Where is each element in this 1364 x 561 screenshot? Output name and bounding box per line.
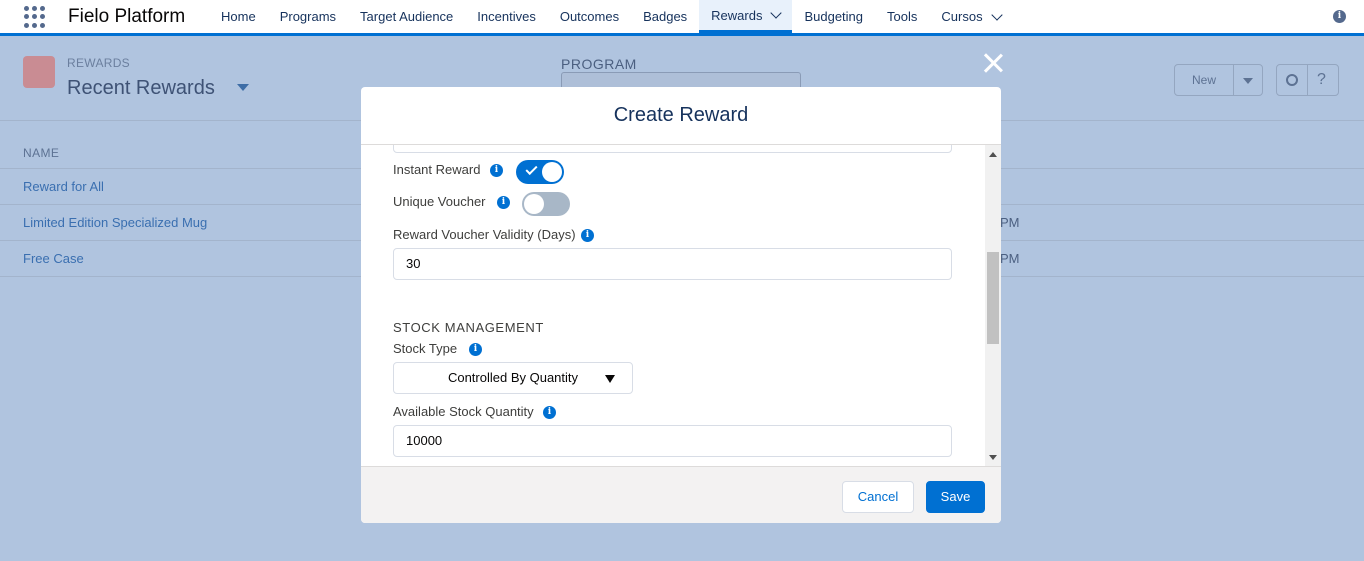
program-select[interactable] — [561, 72, 801, 88]
info-icon[interactable]: i — [469, 343, 482, 356]
modal-scrollbar[interactable] — [985, 145, 1001, 466]
info-icon[interactable]: i — [1333, 10, 1346, 23]
close-icon[interactable] — [982, 52, 1004, 74]
stock-type-label: Stock Type — [393, 341, 458, 356]
table-cell-time: PM — [1000, 251, 1020, 266]
info-icon[interactable]: i — [490, 164, 503, 177]
nav-item-label: Badges — [643, 9, 688, 24]
nav-item-label: Outcomes — [559, 9, 620, 24]
caret-down-icon[interactable] — [237, 84, 249, 91]
previous-field-input[interactable] — [393, 145, 952, 153]
table-row-link[interactable]: Limited Edition Specialized Mug — [23, 215, 207, 230]
chevron-down-icon[interactable] — [990, 8, 1003, 21]
scroll-up-icon[interactable] — [989, 152, 997, 157]
nav-item-home[interactable]: Home — [209, 0, 268, 33]
nav-item-budgeting[interactable]: Budgeting — [792, 0, 875, 33]
table-row-link[interactable]: Reward for All — [23, 179, 104, 194]
nav-item-outcomes[interactable]: Outcomes — [548, 0, 631, 33]
validity-label: Reward Voucher Validity (Days) — [393, 227, 576, 242]
modal-body: Instant Reward i Unique Voucher i Reward… — [361, 145, 1001, 466]
info-icon[interactable]: i — [543, 406, 556, 419]
stock-type-value: Controlled By Quantity — [447, 370, 579, 385]
global-nav: Fielo Platform Home Programs Target Audi… — [0, 0, 1364, 36]
nav-item-label: Budgeting — [804, 9, 864, 24]
refresh-icon[interactable] — [1286, 74, 1298, 86]
object-eyebrow: REWARDS — [67, 56, 130, 70]
toggle-knob — [542, 162, 562, 182]
nav-item-label: Rewards — [711, 7, 763, 23]
nav-item-label: Incentives — [477, 9, 536, 24]
app-name: Fielo Platform — [68, 6, 186, 27]
new-menu-caret-icon[interactable] — [1233, 64, 1263, 96]
column-header-name[interactable]: NAME — [23, 146, 59, 160]
cancel-button[interactable]: Cancel — [842, 481, 914, 513]
chevron-down-icon[interactable] — [770, 7, 783, 19]
stock-management-heading: STOCK MANAGEMENT — [393, 320, 544, 335]
nav-item-badges[interactable]: Badges — [631, 0, 699, 33]
scroll-down-icon[interactable] — [989, 455, 997, 460]
instant-reward-label: Instant Reward — [393, 162, 481, 177]
gift-icon — [23, 56, 55, 88]
app-launcher-icon[interactable] — [24, 6, 46, 28]
nav-tabs: Home Programs Target Audience Incentives… — [209, 0, 1013, 33]
caret-down-icon — [605, 375, 615, 383]
instant-reward-toggle[interactable] — [516, 160, 564, 184]
scroll-thumb[interactable] — [987, 252, 999, 344]
validity-days-input[interactable]: 30 — [393, 248, 952, 280]
modal-title: Create Reward — [613, 104, 749, 126]
available-stock-input[interactable]: 10000 — [393, 425, 952, 457]
divider — [1307, 65, 1308, 95]
nav-item-programs[interactable]: Programs — [268, 0, 348, 33]
unique-voucher-toggle[interactable] — [522, 192, 570, 216]
new-button[interactable]: New — [1174, 64, 1234, 96]
info-icon[interactable]: i — [497, 196, 510, 209]
list-view-title[interactable]: Recent Rewards — [67, 77, 215, 100]
nav-item-label: Cursos — [941, 9, 983, 24]
nav-item-label: Target Audience — [360, 9, 454, 24]
nav-item-cursos[interactable]: Cursos — [929, 0, 1012, 33]
nav-item-incentives[interactable]: Incentives — [465, 0, 548, 33]
nav-item-label: Home — [221, 9, 256, 24]
toggle-knob — [524, 194, 544, 214]
nav-item-target-audience[interactable]: Target Audience — [348, 0, 465, 33]
table-row-link[interactable]: Free Case — [23, 251, 84, 266]
nav-item-tools[interactable]: Tools — [875, 0, 929, 33]
available-stock-label: Available Stock Quantity — [393, 404, 534, 419]
nav-item-rewards[interactable]: Rewards — [699, 0, 793, 33]
save-button[interactable]: Save — [926, 481, 985, 513]
help-button-group: ? — [1276, 64, 1339, 96]
stock-type-select[interactable]: Controlled By Quantity — [393, 362, 633, 394]
help-icon[interactable]: ? — [1317, 71, 1326, 89]
check-icon — [525, 162, 538, 176]
unique-voucher-label: Unique Voucher — [393, 194, 486, 209]
info-icon[interactable]: i — [581, 229, 594, 242]
create-reward-modal: Create Reward Instant Reward i Unique Vo… — [361, 87, 1001, 523]
program-label: PROGRAM — [561, 56, 637, 72]
modal-footer: Cancel Save — [361, 466, 1001, 523]
table-cell-time: PM — [1000, 215, 1020, 230]
modal-header: Create Reward — [361, 87, 1001, 145]
nav-item-label: Tools — [887, 9, 918, 24]
nav-item-label: Programs — [279, 9, 337, 24]
